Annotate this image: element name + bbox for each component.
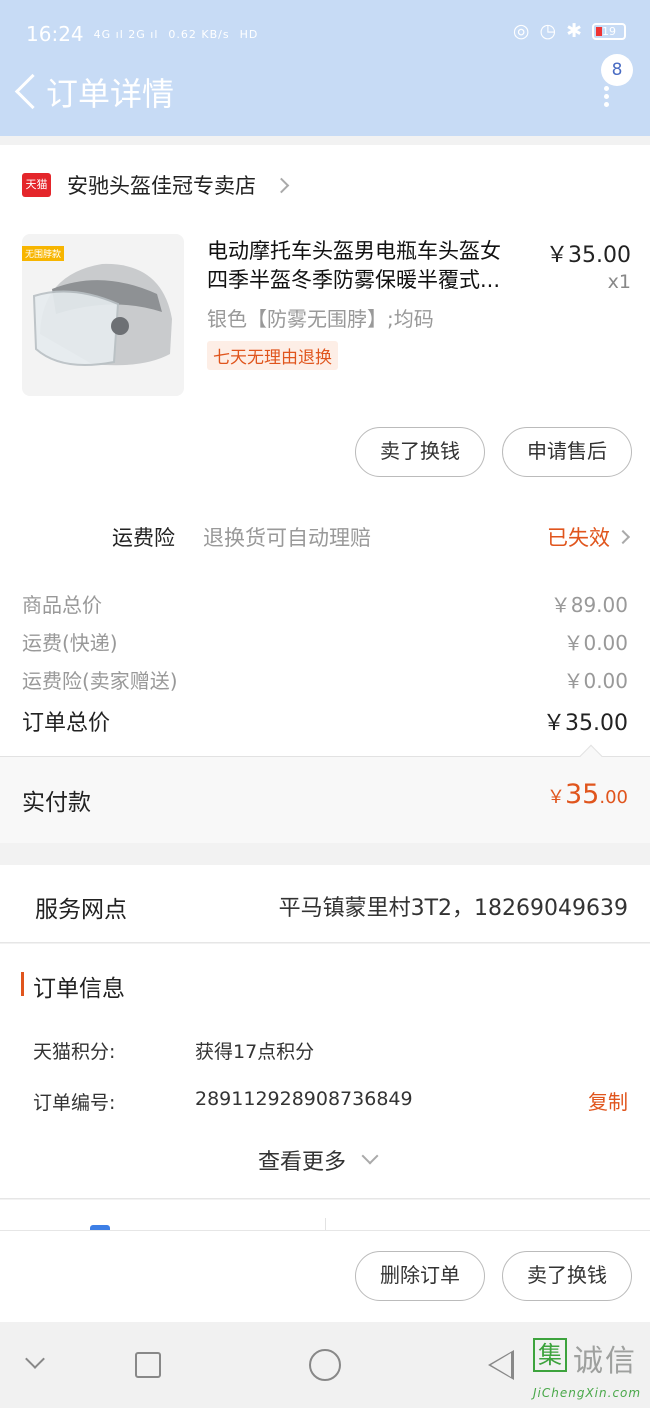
- apply-after-sale-button[interactable]: 申请售后: [502, 427, 632, 477]
- shop-name: 安驰头盔佳冠专卖店: [67, 174, 256, 198]
- service-point-row: 服务网点 平马镇蒙里村3T2，18269049639: [0, 865, 650, 943]
- insurance-fee-label: 运费险(卖家赠送): [22, 669, 178, 693]
- insurance-status-text: 已失效: [547, 526, 610, 550]
- sell-for-cash-bottom-button[interactable]: 卖了换钱: [502, 1251, 632, 1301]
- actual-payment-amount: ￥35.00: [547, 779, 628, 810]
- copy-order-number-button[interactable]: 复制: [588, 1086, 628, 1115]
- notch-decoration: [579, 744, 603, 768]
- actual-payment-box: 实付款 ￥35.00: [0, 744, 650, 843]
- shipping-fee-row: 运费(快递) ￥0.00: [22, 627, 628, 656]
- currency-symbol: ￥: [547, 787, 565, 808]
- product-spec: 银色【防雾无围脖】;均码: [207, 307, 434, 331]
- amount-decimal: .00: [599, 787, 628, 808]
- shipping-insurance-label: 运费险: [112, 526, 175, 550]
- sell-for-cash-button[interactable]: 卖了换钱: [355, 427, 485, 477]
- shipping-fee-label: 运费(快递): [22, 631, 118, 655]
- nav-title-row: 订单详情: [12, 70, 174, 114]
- divider: [325, 1218, 326, 1230]
- chevron-right-icon: [615, 529, 631, 545]
- return-policy-tag: 七天无理由退换: [207, 341, 338, 370]
- items-total-label: 商品总价: [22, 593, 102, 617]
- product-image[interactable]: 无围脖款: [22, 234, 184, 396]
- items-total-value: ￥89.00: [550, 593, 628, 617]
- amount-integer: 35: [565, 779, 600, 810]
- nav-back-icon[interactable]: [488, 1350, 514, 1380]
- signal-icon: 4G ıl 2G ıl: [93, 27, 159, 41]
- nav-recent-icon[interactable]: [135, 1352, 161, 1378]
- items-total-row: 商品总价 ￥89.00: [22, 589, 628, 618]
- section-accent-bar: [21, 972, 24, 996]
- order-total-value: ￥35.00: [543, 711, 628, 736]
- nav-hide-icon[interactable]: [25, 1349, 45, 1369]
- lock-icon: ◎: [512, 20, 530, 42]
- order-total-row: 订单总价 ￥35.00: [22, 705, 628, 737]
- product-price: ￥35.00: [546, 243, 631, 268]
- order-info-title: 订单信息: [33, 976, 125, 1002]
- status-bar: 16:24 4G ıl 2G ıl 0.62 KB/s HD ◎ ◷ ✱ 19: [26, 20, 626, 48]
- more-icon[interactable]: [604, 86, 610, 108]
- order-card: 天猫 安驰头盔佳冠专卖店 无围脖款 电动摩托车头盔男电瓶车头盔女 四季半盔冬季防…: [0, 145, 650, 843]
- service-point-value: 平马镇蒙里村3T2，18269049639: [278, 896, 628, 921]
- bluetooth-icon: ✱: [566, 20, 582, 42]
- product-quantity: x1: [607, 271, 631, 293]
- order-number-value: 289112928908736849: [195, 1088, 413, 1110]
- chevron-right-icon: [273, 177, 290, 193]
- partial-content-strip: [0, 1200, 650, 1230]
- watermark-box: 集: [533, 1338, 567, 1372]
- status-time: 16:24: [26, 22, 84, 46]
- actual-payment-label: 实付款: [22, 790, 91, 816]
- points-value: 获得17点积分: [195, 1041, 315, 1063]
- tmall-icon: 天猫: [22, 173, 51, 197]
- see-more-button[interactable]: 查看更多: [258, 1144, 379, 1176]
- thumb-tag: 无围脖款: [22, 246, 65, 261]
- shipping-insurance-status[interactable]: 已失效: [547, 522, 631, 552]
- alarm-icon: ◷: [539, 20, 557, 42]
- shop-link[interactable]: 天猫 安驰头盔佳冠专卖店: [22, 169, 290, 201]
- chevron-down-icon: [361, 1147, 379, 1165]
- back-icon[interactable]: [12, 70, 40, 114]
- bottom-action-bar: 删除订单 卖了换钱: [0, 1230, 650, 1322]
- product-title-line1: 电动摩托车头盔男电瓶车头盔女: [207, 239, 501, 263]
- order-total-label: 订单总价: [22, 711, 111, 736]
- shipping-insurance-desc: 退换货可自动理赔: [203, 526, 371, 550]
- order-number-label: 订单编号:: [33, 1092, 116, 1114]
- top-bar: 16:24 4G ıl 2G ıl 0.62 KB/s HD ◎ ◷ ✱ 19 …: [0, 0, 650, 136]
- battery-icon: 19: [592, 22, 626, 40]
- shipping-fee-value: ￥0.00: [563, 631, 628, 655]
- battery-level: 19: [602, 24, 616, 38]
- watermark-text: 诚信: [573, 1344, 637, 1379]
- delete-order-button[interactable]: 删除订单: [355, 1251, 485, 1301]
- product-title-line2: 四季半盔冬季防雾保暖半覆式...: [207, 268, 501, 292]
- order-info-section: 订单信息 天猫积分: 获得17点积分 订单编号: 289112928908736…: [0, 944, 650, 1199]
- see-more-label: 查看更多: [258, 1150, 347, 1175]
- points-label: 天猫积分:: [33, 1041, 116, 1063]
- watermark-url: JiChengXin.com: [533, 1386, 642, 1400]
- watermark-logo: 集 诚信 JiChengXin.com: [533, 1330, 650, 1408]
- insurance-fee-value: ￥0.00: [563, 669, 628, 693]
- service-point-label: 服务网点: [35, 897, 127, 923]
- hd-icon: HD: [239, 27, 259, 41]
- status-right: ◎ ◷ ✱ 19: [513, 20, 626, 42]
- nav-home-icon[interactable]: [309, 1349, 341, 1381]
- page-title: 订单详情: [46, 75, 175, 113]
- message-count-badge[interactable]: 8: [601, 54, 633, 86]
- insurance-fee-row: 运费险(卖家赠送) ￥0.00: [22, 665, 628, 694]
- network-speed: 0.62 KB/s: [168, 27, 230, 41]
- product-title[interactable]: 电动摩托车头盔男电瓶车头盔女 四季半盔冬季防雾保暖半覆式...: [207, 237, 532, 295]
